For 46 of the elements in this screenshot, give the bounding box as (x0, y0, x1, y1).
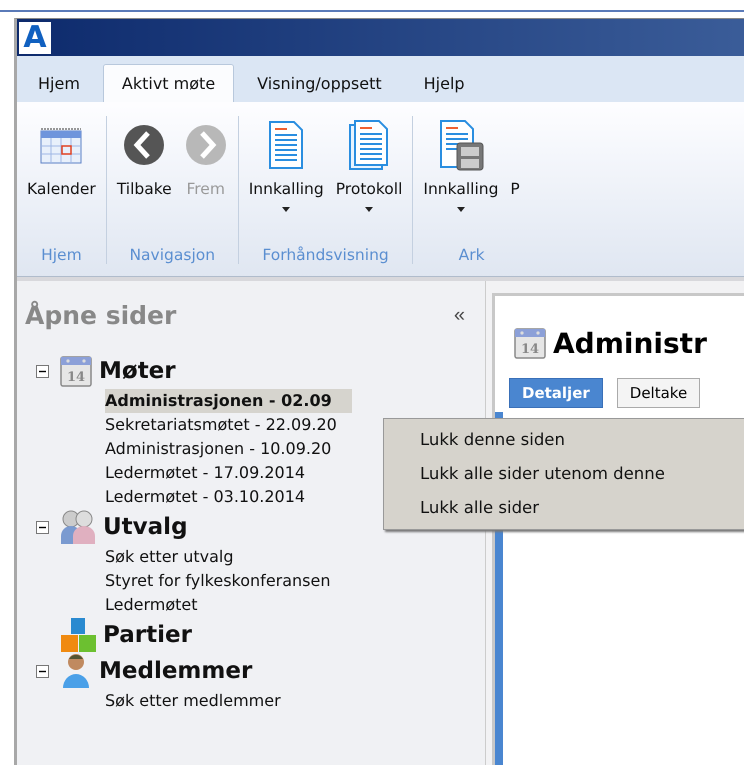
ribbon-button[interactable]: Kalender (23, 116, 100, 246)
ribbon-button[interactable]: Innkalling (244, 116, 328, 246)
tree-item[interactable]: Ledermøtet - 17.09.2014 (105, 461, 306, 485)
collapse-toggle-icon[interactable] (36, 364, 48, 378)
caret-icon (456, 206, 465, 212)
tree-item[interactable]: Administrasjonen - 02.09 (105, 389, 352, 413)
tree-item[interactable]: Søk etter medlemmer (105, 689, 281, 713)
ribbon-group-label: Navigasjon (128, 246, 216, 264)
menu-item[interactable]: Lukk denne siden (384, 423, 744, 457)
page-title: Administr (553, 326, 707, 360)
tree-heading[interactable]: Utvalg (103, 514, 188, 540)
menu-item[interactable]: Lukk alle sider (384, 491, 744, 525)
ribbon-button[interactable]: Innkalling (419, 116, 502, 246)
ribbon-button[interactable]: P (506, 116, 524, 246)
ribbon-button[interactable]: Protokoll (332, 116, 406, 246)
colored-blocks-icon (59, 616, 97, 654)
caret-icon (365, 206, 374, 212)
tree-heading[interactable]: Medlemmer (99, 658, 252, 684)
ribbon-group-label: Ark (458, 246, 486, 264)
collapse-toggle-icon[interactable] (36, 520, 48, 534)
calendar-day-number: 14 (520, 342, 540, 357)
ribbon-tab[interactable]: Visning/oppsett (238, 64, 401, 102)
ribbon-button[interactable]: Tilbake (112, 116, 176, 246)
app-logo: A (19, 22, 51, 54)
ribbon-tab[interactable]: Aktivt møte (102, 64, 234, 102)
calendar-day-number: 14 (66, 370, 86, 385)
tree-item[interactable]: Styret for fylkeskonferansen (105, 569, 330, 593)
ribbon-tab[interactable]: Hjelp (404, 64, 484, 102)
ribbon-group-label: Hjem (40, 246, 83, 264)
tree-heading[interactable]: Møter (99, 358, 176, 384)
tree-item[interactable]: Sekretariatsmøtet - 22.09.20 (105, 413, 337, 437)
collapse-toggle-icon[interactable] (36, 664, 48, 678)
caret-icon (282, 206, 290, 212)
page-tab[interactable]: Deltake (616, 378, 700, 408)
page-tab[interactable]: Detaljer (509, 378, 603, 408)
tree-item[interactable]: Ledermøtet - 03.10.2014 (105, 485, 306, 509)
menu-item[interactable]: Lukk alle sider utenom denne (384, 457, 744, 491)
people-icon (59, 508, 97, 546)
tree-item[interactable]: Søk etter utvalg (105, 545, 234, 569)
collapse-button[interactable]: « (442, 304, 477, 326)
ribbon-tab[interactable]: Hjem (19, 64, 99, 102)
tree-heading[interactable]: Partier (103, 622, 192, 648)
sidebar-title: Åpne sider (25, 300, 176, 330)
tree-item[interactable]: Administrasjonen - 10.09.20 (105, 437, 332, 461)
ribbon-group-label: Forhåndsvisning (261, 246, 390, 264)
tree-item[interactable]: Ledermøtet (105, 593, 198, 617)
